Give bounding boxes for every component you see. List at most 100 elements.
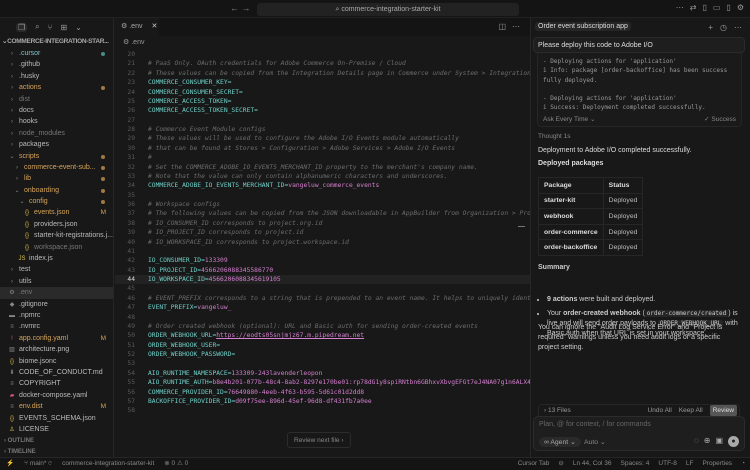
- code-line[interactable]: 24 COMMERCE_CONSUMER_SECRET=: [115, 88, 530, 97]
- code-line[interactable]: 36 # Workspace configs: [115, 200, 530, 209]
- back-forward-nav[interactable]: ← →: [230, 3, 251, 13]
- tree-item[interactable]: › docs: [0, 105, 113, 116]
- tree-item[interactable]: › node_modules: [0, 128, 113, 139]
- tree-item[interactable]: {} events.json M: [0, 207, 113, 218]
- project-label[interactable]: commerce-integration-starter-kit: [62, 458, 154, 470]
- code-line[interactable]: 53: [115, 359, 530, 368]
- cursor-position[interactable]: Ln 44, Col 36: [573, 458, 612, 470]
- tree-item[interactable]: ≡ .nvmrc: [0, 321, 113, 332]
- tree-item[interactable]: › lib: [0, 173, 113, 184]
- code-line[interactable]: 44 IO_WORKSPACE_ID=4566206088345619105: [115, 275, 530, 285]
- code-line[interactable]: 54 AIO_RUNTIME_NAMESPACE=133309-243lavend…: [115, 369, 530, 378]
- code-lines[interactable]: 20 21 # PaaS Only. OAuth credentials for A…: [115, 50, 530, 416]
- command-search[interactable]: ⌕ commerce-integration-starter-kit: [257, 3, 519, 16]
- tree-item[interactable]: › dist: [0, 94, 113, 105]
- globe-icon[interactable]: ⊕: [704, 436, 711, 447]
- changed-files-bar[interactable]: › 13 Files Undo All Keep All Review: [538, 404, 740, 416]
- model-dropdown[interactable]: Auto ⌄: [584, 438, 606, 446]
- code-line[interactable]: 20: [115, 50, 530, 59]
- tree-item[interactable]: ⌄ config: [0, 196, 113, 207]
- agent-mode-dropdown[interactable]: ∞ Agent ⌄: [539, 437, 581, 447]
- code-line[interactable]: 37 # The following values can be copied f…: [115, 209, 530, 218]
- code-line[interactable]: 45: [115, 284, 530, 293]
- code-line[interactable]: 41: [115, 247, 530, 256]
- code-line[interactable]: 28 # Commerce Event Module configs: [115, 125, 530, 134]
- tree-item[interactable]: ⬇ CODE_OF_CONDUCT.md: [0, 367, 113, 378]
- code-line[interactable]: 50 ORDER_WEBHOOK_URL=https://eodts05snjmj…: [115, 331, 530, 340]
- code-line[interactable]: 52 ORDER_WEBHOOK_PASSWORD=: [115, 350, 530, 359]
- code-line[interactable]: 46 # EVENT_PREFIX corresponds to a string…: [115, 294, 530, 303]
- code-line[interactable]: 40 # IO_WORKSPACE_ID corresponds to proje…: [115, 238, 530, 247]
- tree-item[interactable]: ⌄ onboarding: [0, 185, 113, 196]
- tree-item[interactable]: JS index.js: [0, 253, 113, 264]
- tree-item[interactable]: {} providers.json: [0, 219, 113, 230]
- notifications-icon[interactable]: ◔: [741, 458, 745, 470]
- tree-item[interactable]: › utils: [0, 276, 113, 287]
- code-line[interactable]: 32 # Set the COMMERCE_ADOBE_IO_EVENTS_MER…: [115, 163, 530, 172]
- code-line[interactable]: 35: [115, 191, 530, 200]
- swap-icon[interactable]: ⇄: [690, 3, 697, 12]
- remote-icon[interactable]: ⚡: [6, 458, 14, 470]
- microphone-icon[interactable]: ●: [728, 436, 739, 447]
- chevron-down-icon[interactable]: ⌄: [75, 23, 82, 32]
- code-line[interactable]: 22 # These values can be copied from the …: [115, 69, 530, 78]
- tree-item[interactable]: ≡ env.dist M: [0, 401, 113, 412]
- encoding[interactable]: UTF-8: [658, 458, 676, 470]
- tree-item[interactable]: {} starter-kit-registrations.j...: [0, 230, 113, 241]
- tree-item[interactable]: › .github: [0, 59, 113, 70]
- tree-item[interactable]: ▰ docker-compose.yaml: [0, 390, 113, 401]
- code-line[interactable]: 43 IO_PROJECT_ID=4566206088345586770: [115, 266, 530, 275]
- undo-all-button[interactable]: Undo All: [648, 405, 672, 416]
- tree-item[interactable]: › hooks: [0, 116, 113, 127]
- toggle-aux-icon[interactable]: ▯: [726, 3, 730, 12]
- close-icon[interactable]: ✕: [151, 23, 157, 30]
- more-icon[interactable]: ⋯: [512, 22, 520, 31]
- code-line[interactable]: 49 # Order created webhook (optional): UR…: [115, 322, 530, 331]
- code-line[interactable]: 38 # IO_CONSUMER_ID corresponds to projec…: [115, 219, 530, 228]
- env-value[interactable]: https://eodts05snjmjz67.m.pipedream.net: [216, 332, 364, 339]
- tree-item[interactable]: › .cursor: [0, 48, 113, 59]
- tree-item[interactable]: › test: [0, 264, 113, 275]
- code-line[interactable]: 27: [115, 116, 530, 125]
- tree-item[interactable]: {} biome.jsonc: [0, 356, 113, 367]
- code-line[interactable]: 21 # PaaS Only. OAuth credentials for Ado…: [115, 59, 530, 68]
- keep-all-button[interactable]: Keep All: [679, 405, 703, 416]
- settings-gear-icon[interactable]: ⚙: [737, 3, 744, 12]
- tree-item[interactable]: › packages: [0, 139, 113, 150]
- tree-item[interactable]: {} workspace.json: [0, 242, 113, 253]
- source-control-icon[interactable]: ⑂: [48, 23, 53, 32]
- code-line[interactable]: 58: [115, 406, 530, 415]
- new-chat-icon[interactable]: +: [708, 23, 713, 32]
- chat-input[interactable]: Plan, @ for context, / for commands ∞ Ag…: [533, 416, 745, 451]
- code-line[interactable]: 33 # Note that the value can only contain…: [115, 172, 530, 181]
- code-line[interactable]: 39 # IO_PROJECT_ID corresponds to project…: [115, 228, 530, 237]
- tree-item[interactable]: ⌄ scripts: [0, 151, 113, 162]
- review-button[interactable]: Review: [709, 405, 737, 416]
- explorer-icon[interactable]: ❐: [16, 22, 28, 32]
- code-line[interactable]: 31 #: [115, 153, 530, 162]
- project-header[interactable]: ⌄COMMERCE-INTEGRATION-STAR...: [0, 36, 113, 48]
- code-line[interactable]: 47 EVENT_PREFIX=vangeluw_: [115, 303, 530, 312]
- chat-title[interactable]: Order event subscription app: [535, 22, 631, 31]
- tree-item[interactable]: ◆ .gitignore: [0, 299, 113, 310]
- history-icon[interactable]: ◷: [720, 23, 727, 32]
- code-line[interactable]: 26 COMMERCE_ACCESS_TOKEN_SECRET=: [115, 106, 530, 115]
- code-line[interactable]: 48: [115, 313, 530, 322]
- code-line[interactable]: 56 COMMERCE_PROVIDER_ID=76649880-4eeb-4f6…: [115, 388, 530, 397]
- outline-section[interactable]: › OUTLINE: [0, 436, 114, 447]
- zoom-icon[interactable]: ⊖: [558, 458, 563, 470]
- code-line[interactable]: 57 BACKOFFICE_PROVIDER_ID=d09f75ee-896d-4…: [115, 397, 530, 406]
- tree-item[interactable]: {} EVENTS_SCHEMA.json: [0, 413, 113, 424]
- language-mode[interactable]: Properties: [702, 458, 732, 470]
- tree-item[interactable]: › commerce-event-sub...: [0, 162, 113, 173]
- tree-item[interactable]: ≡ COPYRIGHT: [0, 378, 113, 389]
- split-editor-icon[interactable]: ◫: [498, 22, 506, 31]
- tree-item[interactable]: › .husky: [0, 71, 113, 82]
- indentation[interactable]: Spaces: 4: [621, 458, 650, 470]
- branch-indicator[interactable]: ⑂ main* ⟳: [24, 458, 52, 470]
- more-icon[interactable]: ⋯: [734, 23, 742, 32]
- thought-label[interactable]: Thought 1s: [538, 132, 571, 142]
- code-line[interactable]: 42 IO_CONSUMER_ID=133309: [115, 256, 530, 265]
- code-line[interactable]: 30 # that can be found at Stores > Config…: [115, 144, 530, 153]
- tree-item[interactable]: › actions: [0, 82, 113, 93]
